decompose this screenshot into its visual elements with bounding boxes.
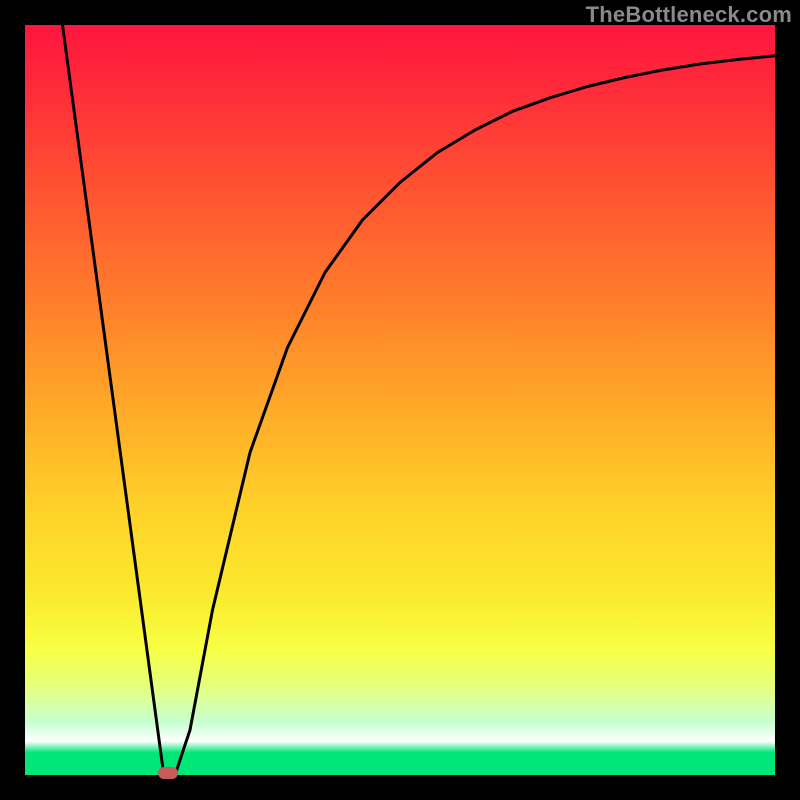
- curve-svg: [25, 25, 775, 775]
- bottleneck-curve-path: [63, 25, 776, 775]
- chart-frame: TheBottleneck.com: [0, 0, 800, 800]
- plot-area: [25, 25, 775, 775]
- min-marker: [158, 767, 178, 779]
